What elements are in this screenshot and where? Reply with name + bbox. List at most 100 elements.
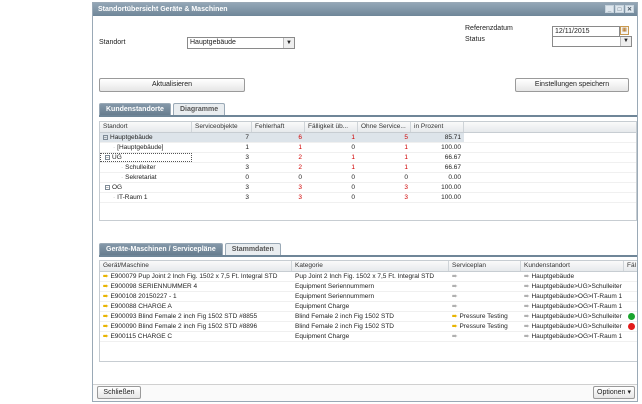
arrow-right-icon[interactable]: ➨ [103,333,108,340]
col-prozent[interactable]: in Prozent [411,122,464,132]
chevron-down-icon[interactable]: ▼ [620,37,631,46]
arrow-right-icon[interactable]: ➨ [103,323,108,330]
bottom-tab-divider [99,255,637,257]
cell-ohne-service: 3 [404,194,408,201]
geraete-grid-header: Gerät/Maschine Kategorie Serviceplan Kun… [100,261,637,272]
table-row[interactable]: − UG 3 2 1 1 66.67 [100,153,636,163]
close-window-button[interactable]: ✕ [625,5,634,13]
arrow-right-icon[interactable]: ➨ [524,283,529,290]
col-faellig[interactable]: Fäl [624,261,637,271]
tree-leaf-icon: · [121,164,124,171]
table-row[interactable]: ➨ E900079 Pup Joint 2 Inch Fig. 1502 x 7,… [100,272,637,282]
standort-text: UG [112,154,122,161]
cell-kategorie: Blind Female 2 inch Fig 1502 STD [295,323,394,330]
col-fehlerhaft[interactable]: Fehlerhaft [252,122,305,132]
top-tab-divider [99,115,637,117]
table-row[interactable]: ➨ E900115 CHARGE C Equipment Charge ➨ ➨ Haupt… [100,332,637,342]
arrow-right-icon[interactable]: ➨ [452,313,457,320]
col-geraet[interactable]: Gerät/Maschine [100,261,292,271]
window-title: Standortübersicht Geräte & Maschinen [98,6,228,13]
arrow-right-icon[interactable]: ➨ [103,313,108,320]
cell-kundenstandort: ➨ Hauptgebäude>UG>Schulleiter [521,282,624,291]
arrow-right-icon[interactable]: ➨ [524,333,529,340]
col-filler [464,122,636,132]
cell-ohne-service: 1 [404,164,408,171]
table-row[interactable]: ➨ E900093 Blind Female 2 inch Fig 1502 ST… [100,312,637,322]
standort-text: IT-Raum 1 [117,194,148,201]
geraet-text: E900093 Blind Female 2 inch Fig 1502 STD… [110,313,258,320]
save-settings-button[interactable]: Einstellungen speichern [515,78,629,92]
serviceplan-text: Pressure Testing [459,323,508,330]
col-standort[interactable]: Standort [100,122,192,132]
minimize-button[interactable]: _ [605,5,614,13]
kundenstandort-text: Hauptgebäude>UG>Schulleiter [531,283,622,290]
arrow-right-icon[interactable]: ➨ [452,333,457,340]
col-kategorie[interactable]: Kategorie [292,261,449,271]
arrow-right-icon[interactable]: ➨ [452,323,457,330]
cell-prozent: 100.00 [441,184,461,191]
table-row[interactable]: ➨ E900088 CHARGE A Equipment Charge ➨ ➨ Haupt… [100,302,637,312]
arrow-right-icon[interactable]: ➨ [524,303,529,310]
arrow-right-icon[interactable]: ➨ [103,293,108,300]
cell-status [624,332,637,341]
arrow-right-icon[interactable]: ➨ [452,293,457,300]
cell-serviceplan: ➨ [449,282,521,291]
standort-select[interactable]: Hauptgebäude ▼ [187,37,295,49]
arrow-right-icon[interactable]: ➨ [103,303,108,310]
options-button[interactable]: Optionen ▾ [593,386,635,399]
arrow-right-icon[interactable]: ➨ [524,293,529,300]
col-serviceobjekte[interactable]: Serviceobjekte [192,122,252,132]
col-kundenstandort[interactable]: Kundenstandort [521,261,624,271]
geraet-text: E900108 20150227 - 1 [110,293,177,300]
table-row[interactable]: ➨ E900108 20150227 - 1 Equipment Seriennum… [100,292,637,302]
cell-faelligkeit: 0 [351,144,355,151]
arrow-right-icon[interactable]: ➨ [452,273,457,280]
chevron-down-icon[interactable]: ▼ [283,38,294,48]
tree-collapse-icon[interactable]: − [105,154,110,160]
cell-fehlerhaft: 6 [252,133,305,142]
tab-kundenstandorte[interactable]: Kundenstandorte [99,103,171,115]
arrow-right-icon[interactable]: ➨ [524,273,529,280]
arrow-right-icon[interactable]: ➨ [452,283,457,290]
tab-geraete-serviceplaene[interactable]: Geräte-Maschinen / Servicepläne [99,243,223,255]
standort-text: OG [112,184,123,191]
maximize-button[interactable]: □ [615,5,624,13]
tab-stammdaten[interactable]: Stammdaten [224,243,281,255]
refresh-button[interactable]: Aktualisieren [99,78,245,92]
table-row[interactable]: ➨ E900090 Blind Female 2 inch Fig 1502 ST… [100,322,637,332]
cell-geraet: ➨ E900108 20150227 - 1 [100,292,292,301]
arrow-right-icon[interactable]: ➨ [524,323,529,330]
cell-standort: − UG [100,153,192,162]
tab-diagramme[interactable]: Diagramme [172,103,226,115]
tree-collapse-icon[interactable]: − [103,134,108,140]
cell-geraet: ➨ E900090 Blind Female 2 inch Fig 1502 ST… [100,322,292,331]
col-ohne-service[interactable]: Ohne Service... [358,122,411,132]
bottom-tabs: Geräte-Maschinen / Servicepläne Stammdat… [99,243,281,255]
table-row[interactable]: · IT-Raum 1 3 3 0 3 100.00 [100,193,636,203]
close-button[interactable]: Schließen [97,386,141,399]
table-row[interactable]: · Schulleiter 3 2 1 1 66.67 [100,163,636,173]
main-window: Standortübersicht Geräte & Maschinen _ □… [92,2,638,402]
title-bar: Standortübersicht Geräte & Maschinen _ □… [93,3,637,16]
table-row[interactable]: · Sekretariat 0 0 0 0 0.00 [100,173,636,183]
table-row[interactable]: − Hauptgebäude 7 6 1 5 85.71 [100,133,636,143]
table-row[interactable]: ➨ E900098 SERIENNUMMER 4 Equipment Serienn… [100,282,637,292]
cell-geraet: ➨ E900088 CHARGE A [100,302,292,311]
cell-serviceobjekte: 3 [245,194,249,201]
arrow-right-icon[interactable]: ➨ [452,303,457,310]
cell-serviceplan: ➨ [449,272,521,281]
col-faelligkeit[interactable]: Fälligkeit üb... [305,122,358,132]
table-row[interactable]: · [Hauptgebäude] 1 1 0 1 100.00 [100,143,636,153]
arrow-right-icon[interactable]: ➨ [103,273,108,280]
status-select[interactable]: ▼ [552,36,632,47]
calendar-icon[interactable]: ▦ [620,26,629,35]
arrow-right-icon[interactable]: ➨ [103,283,108,290]
col-serviceplan[interactable]: Serviceplan [449,261,521,271]
table-row[interactable]: − OG 3 3 0 3 100.00 [100,183,636,193]
cell-faelligkeit: 1 [351,154,355,161]
cell-serviceobjekte: 0 [245,174,249,181]
tree-collapse-icon[interactable]: − [105,184,110,190]
cell-kundenstandort: ➨ Hauptgebäude>OG>IT-Raum 1 [521,292,624,301]
cell-status [624,282,637,291]
arrow-right-icon[interactable]: ➨ [524,313,529,320]
